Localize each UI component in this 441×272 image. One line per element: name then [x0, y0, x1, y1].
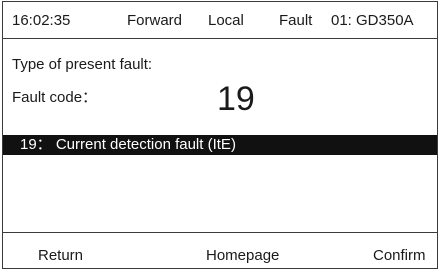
fault-description-row[interactable]: 19： Current detection fault (ItE) [3, 135, 437, 155]
status-time: 16:02:35 [12, 12, 71, 29]
fault-code-label: Fault code： [12, 89, 98, 106]
status-direction: Forward [127, 12, 183, 29]
status-state: Fault [279, 12, 313, 29]
keypad-display: 16:02:35 Forward Local Fault 01: GD350A … [2, 1, 438, 269]
fault-type-label: Type of present fault: [12, 56, 153, 73]
softkey-bar: Return Homepage Confirm [3, 232, 437, 268]
fault-code-value: 19 [217, 80, 255, 118]
return-softkey[interactable]: Return [38, 247, 83, 264]
status-bar: 16:02:35 Forward Local Fault 01: GD350A [3, 2, 437, 39]
confirm-softkey[interactable]: Confirm [373, 247, 426, 264]
fault-description-text: 19： Current detection fault (ItE) [20, 136, 236, 153]
homepage-softkey[interactable]: Homepage [206, 247, 279, 264]
status-control-mode: Local [208, 12, 244, 29]
status-model: 01: GD350A [331, 12, 414, 29]
